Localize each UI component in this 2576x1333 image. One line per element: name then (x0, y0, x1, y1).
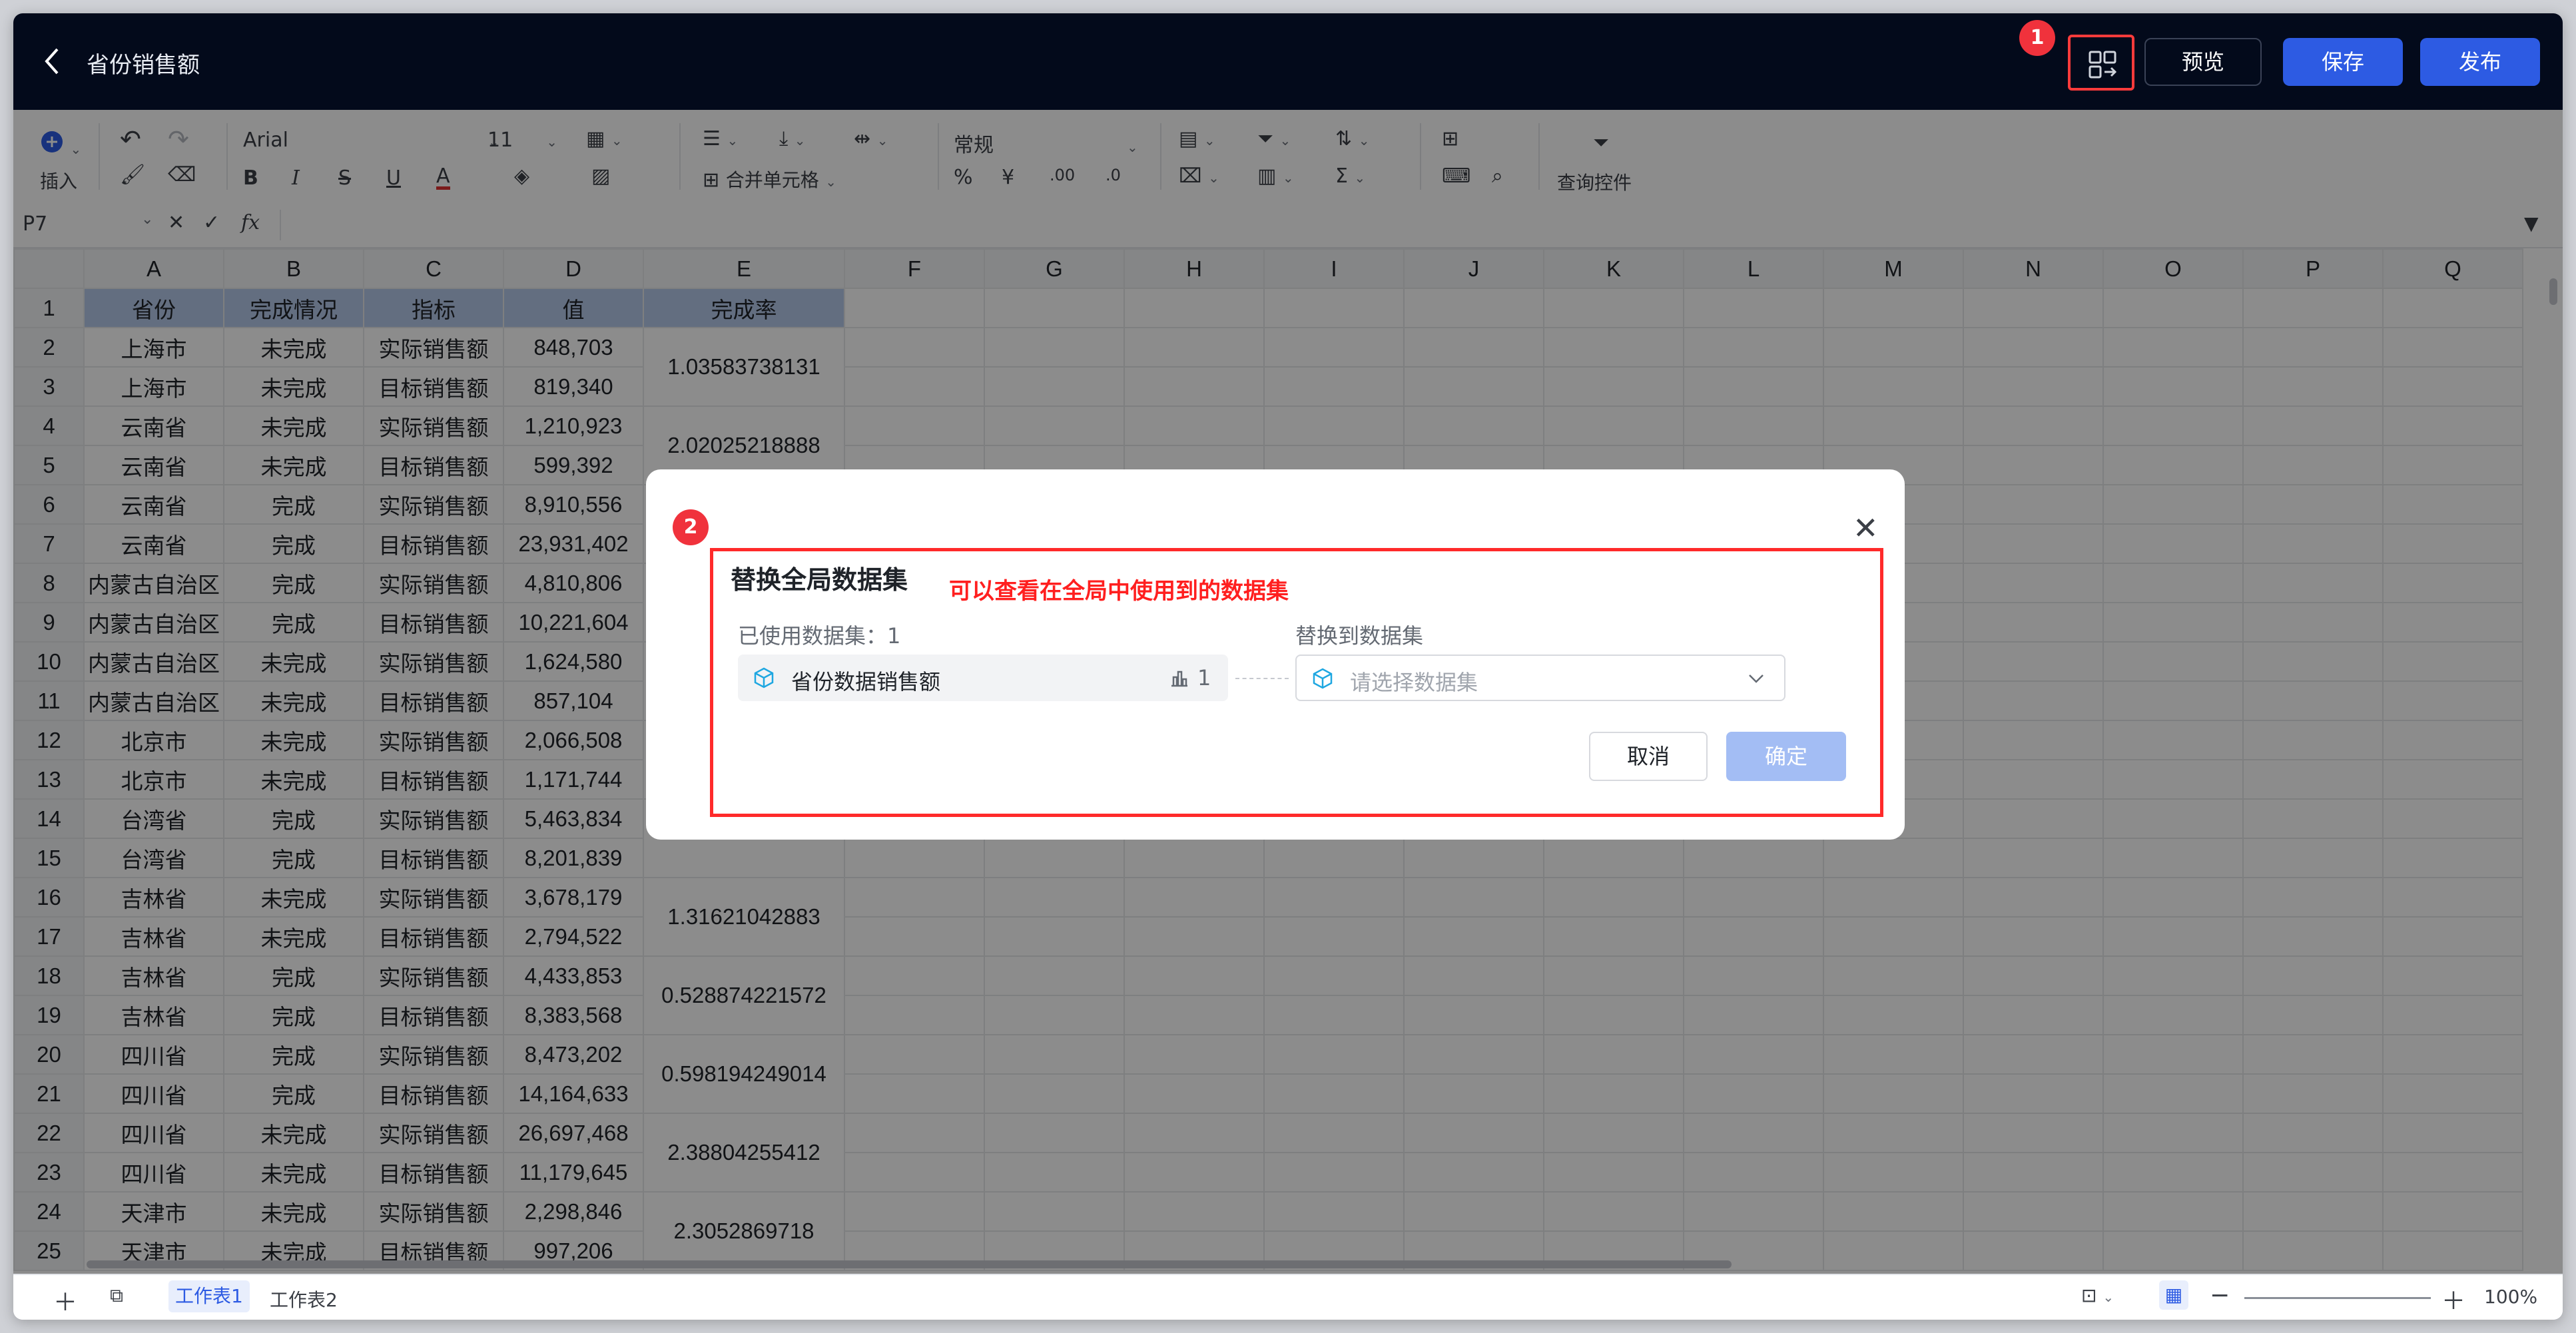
back-icon[interactable] (39, 45, 65, 77)
grid-view-icon[interactable]: ▦ (2159, 1280, 2188, 1310)
sheet-tab-1[interactable]: 工作表1 (168, 1280, 250, 1312)
save-button[interactable]: 保存 (2283, 38, 2403, 86)
page-title: 省份销售额 (87, 52, 200, 79)
publish-button[interactable]: 发布 (2420, 38, 2540, 86)
annotation-note: 可以查看在全局中使用到的数据集 (949, 578, 1289, 605)
used-dataset-label: 已使用数据集：1 (738, 623, 901, 649)
status-bar: ＋ ⧉ 工作表1 工作表2 ⊡ ⌄ ▦ − ＋ 100% (13, 1274, 2563, 1320)
top-bar: 省份销售额 1 预览 保存 发布 (13, 13, 2563, 110)
page-view-icon[interactable]: ⊡ ⌄ (2081, 1284, 2114, 1306)
dataset-cube-icon (754, 667, 774, 688)
add-sheet-icon[interactable]: ＋ (53, 1283, 77, 1318)
step-badge-2: 2 (673, 509, 709, 545)
used-dataset-item: 省份数据销售额 1 (738, 655, 1228, 701)
target-dataset-select[interactable]: 请选择数据集 (1295, 655, 1785, 701)
close-icon[interactable]: ✕ (1853, 513, 1879, 543)
sheet-tab-2[interactable]: 工作表2 (270, 1286, 338, 1312)
zoom-level: 100% (2484, 1286, 2538, 1308)
dataset-swap-icon (2089, 51, 2116, 79)
dataset-cube-icon (1313, 668, 1333, 689)
replace-to-label: 替换到数据集 (1295, 623, 1424, 649)
dataset-name: 省份数据销售额 (791, 669, 941, 694)
usage-chart-icon (1171, 670, 1187, 687)
mapping-connector (1235, 678, 1289, 679)
step-badge-1: 1 (2019, 20, 2055, 56)
cancel-button[interactable]: 取消 (1589, 732, 1708, 781)
dialog-title: 替换全局数据集 (731, 565, 908, 595)
select-placeholder: 请选择数据集 (1350, 670, 1478, 695)
zoom-out-icon[interactable]: − (2210, 1282, 2230, 1309)
zoom-slider[interactable] (2244, 1297, 2431, 1299)
dataset-usage-count: 1 (1197, 665, 1211, 690)
confirm-button[interactable]: 确定 (1726, 732, 1846, 781)
sheet-list-icon[interactable]: ⧉ (110, 1284, 123, 1307)
zoom-in-icon[interactable]: ＋ (2441, 1282, 2465, 1316)
preview-button[interactable]: 预览 (2144, 38, 2262, 86)
chevron-down-icon (1749, 674, 1764, 683)
replace-dataset-button[interactable] (2068, 35, 2134, 91)
